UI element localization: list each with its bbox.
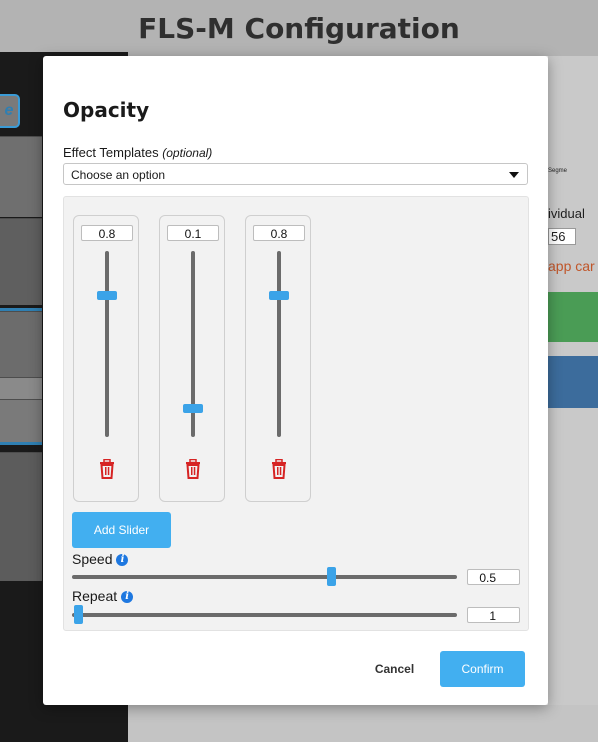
left-panel-section	[0, 136, 42, 217]
speed-thumb[interactable]	[326, 567, 336, 586]
left-panel-section	[0, 311, 42, 378]
slider-value-input[interactable]: 0.8	[253, 225, 305, 241]
opacity-dialog: Opacity Effect Templates (optional) Choo…	[43, 56, 548, 705]
right-blue-block	[548, 356, 598, 408]
effect-templates-label: Effect Templates (optional)	[63, 145, 212, 160]
opacity-slider-card: 0.8	[73, 215, 139, 502]
opacity-slider-card: 0.8	[245, 215, 311, 502]
repeat-label: Repeat i	[72, 588, 134, 604]
left-panel-section	[0, 377, 42, 400]
speed-value-input[interactable]: 0.5	[467, 569, 520, 585]
warning-text: app car	[548, 258, 595, 274]
left-panel-section	[0, 399, 42, 442]
individual-label: ividual	[548, 206, 585, 221]
dialog-title: Opacity	[63, 98, 150, 122]
speed-label-text: Speed	[72, 551, 113, 567]
slider-track[interactable]	[105, 251, 109, 437]
app-title: FLS-M Configuration	[138, 12, 460, 45]
trash-icon[interactable]	[184, 459, 202, 479]
effect-editor: 0.8 0.1 0.8 Add Slider Speed i 0.5 Repea…	[63, 196, 529, 631]
slider-value-input[interactable]: 0.8	[81, 225, 133, 241]
repeat-track[interactable]	[72, 613, 457, 617]
trash-icon[interactable]	[98, 459, 116, 479]
speed-label: Speed i	[72, 551, 129, 567]
slider-thumb[interactable]	[269, 290, 289, 300]
slider-thumb[interactable]	[97, 290, 117, 300]
app-header: FLS-M Configuration	[0, 0, 598, 56]
individual-value[interactable]: 56	[548, 228, 577, 245]
slider-track[interactable]	[277, 251, 281, 437]
speed-track[interactable]	[72, 575, 457, 579]
left-panel-section	[0, 452, 42, 581]
effect-templates-label-text: Effect Templates	[63, 145, 159, 160]
repeat-label-text: Repeat	[72, 588, 118, 604]
segment-caption: Segme	[548, 168, 568, 174]
chevron-down-icon	[509, 172, 519, 178]
info-icon[interactable]: i	[121, 591, 134, 603]
confirm-button[interactable]: Confirm	[440, 651, 525, 687]
effect-template-select[interactable]: Choose an option	[63, 163, 528, 185]
left-panel-section	[0, 218, 42, 305]
cancel-button[interactable]: Cancel	[371, 660, 418, 678]
right-green-block	[548, 292, 598, 342]
trash-icon[interactable]	[270, 459, 288, 479]
repeat-thumb[interactable]	[74, 605, 83, 624]
optional-hint: (optional)	[162, 146, 213, 160]
slider-thumb[interactable]	[183, 404, 203, 414]
info-icon[interactable]: i	[116, 554, 129, 566]
bottom-panel	[128, 705, 598, 742]
repeat-value-input[interactable]: 1	[467, 607, 520, 623]
slider-value-input[interactable]: 0.1	[167, 225, 219, 241]
left-panel-button[interactable]: e	[0, 94, 20, 128]
left-panel-accent	[0, 442, 42, 445]
effect-template-selected: Choose an option	[71, 168, 166, 182]
opacity-slider-card: 0.1	[159, 215, 225, 502]
add-slider-button[interactable]: Add Slider	[72, 512, 171, 548]
